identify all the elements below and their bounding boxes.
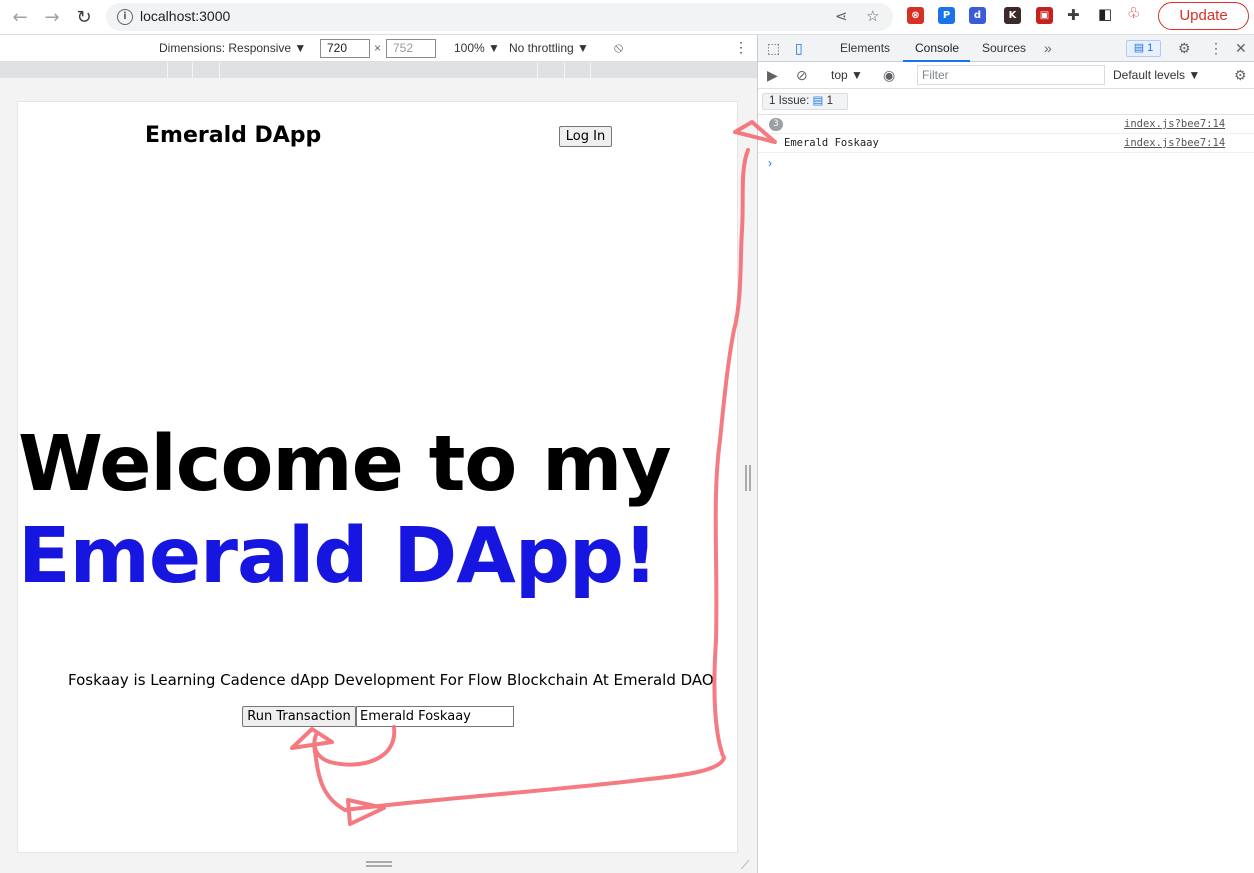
device-toggle-icon[interactable]: ▯ <box>795 40 803 57</box>
context-select[interactable]: top ▼ <box>831 68 863 82</box>
issues-label: 1 Issue: <box>769 95 810 107</box>
back-arrow-icon[interactable]: ← <box>7 5 33 29</box>
clear-console-icon[interactable]: ⊘ <box>796 67 808 84</box>
tab-sources[interactable]: Sources <box>982 41 1026 55</box>
corner-resize-handle[interactable]: ⟋ <box>741 858 749 873</box>
app-page: Emerald DApp Log In Welcome to my Emeral… <box>17 101 738 853</box>
issues-counter[interactable]: ▤ 1 <box>1126 40 1161 57</box>
site-title: Emerald DApp <box>145 123 322 148</box>
devtools-tabbar: ⬚ ▯ Elements Console Sources » ▤ 1 ⚙ ⋮ ✕ <box>758 35 1254 62</box>
width-resize-handle[interactable] <box>745 465 751 491</box>
hero-heading-line2: Emerald DApp! <box>18 512 658 601</box>
extension-icon-1[interactable]: ⊗ <box>907 7 924 24</box>
update-button[interactable]: Update <box>1158 2 1249 30</box>
info-icon[interactable]: i <box>117 9 133 25</box>
console-log-row[interactable]: 3 index.js?bee7:14 <box>758 115 1254 134</box>
sidebar-toggle-icon[interactable]: ▶ <box>767 67 778 84</box>
console-log-row[interactable]: Emerald Foskaay index.js?bee7:14 <box>758 134 1254 153</box>
log-levels-select[interactable]: Default levels ▼ <box>1113 68 1200 82</box>
page-subtitle: Foskaay is Learning Cadence dApp Develop… <box>68 671 714 689</box>
repeat-count-badge: 3 <box>769 118 783 131</box>
viewport-height-input[interactable]: 752 <box>386 39 436 58</box>
puzzle-extensions-icon[interactable]: ✚ <box>1067 6 1080 24</box>
url-text[interactable]: localhost:3000 <box>140 8 230 24</box>
reload-icon[interactable]: ↻ <box>71 5 97 29</box>
inspect-element-icon[interactable]: ⬚ <box>767 40 780 57</box>
hero-heading-line1: Welcome to my <box>18 420 672 509</box>
console-toolbar: ▶ ⊘ top ▼ ◉ Filter Default levels ▼ ⚙ <box>758 62 1254 89</box>
rotate-icon[interactable]: ⦸ <box>614 39 623 56</box>
extension-icon-3[interactable]: d <box>969 7 986 24</box>
more-options-icon[interactable]: ⋮ <box>734 39 748 56</box>
log-source-link[interactable]: index.js?bee7:14 <box>1124 137 1225 149</box>
extension-icon-2[interactable]: P <box>938 7 955 24</box>
extension-icon-4[interactable]: K <box>1004 7 1021 24</box>
device-toolbar: Dimensions: Responsive ▼ 720 × 752 100% … <box>0 35 757 62</box>
share-icon[interactable]: ⋖ <box>835 7 848 25</box>
viewport-width-input[interactable]: 720 <box>320 39 370 58</box>
name-input[interactable]: Emerald Foskaay <box>356 706 514 727</box>
issue-icon: ▤ <box>812 95 824 107</box>
zoom-select[interactable]: 100% ▼ <box>454 41 500 55</box>
tab-elements[interactable]: Elements <box>840 41 890 55</box>
issues-link[interactable]: 1 Issue: ▤ 1 <box>762 93 848 110</box>
login-button[interactable]: Log In <box>559 126 612 147</box>
settings-gear-icon[interactable]: ⚙ <box>1178 40 1191 57</box>
console-prompt[interactable]: › <box>768 156 772 170</box>
sidepanel-icon[interactable]: ◧ <box>1098 5 1112 23</box>
more-tabs-icon[interactable]: » <box>1044 40 1052 56</box>
address-bar[interactable]: i localhost:3000 ⋖ ☆ <box>106 3 893 31</box>
dimension-separator: × <box>374 41 382 55</box>
issues-bar: 1 Issue: ▤ 1 <box>758 89 1254 115</box>
throttling-select[interactable]: No throttling ▼ <box>509 41 589 55</box>
extension-icon-5[interactable]: ▣ <box>1036 7 1053 24</box>
log-message: Emerald Foskaay <box>784 137 879 149</box>
forward-arrow-icon[interactable]: → <box>39 5 65 29</box>
eye-icon[interactable]: ◉ <box>883 67 895 84</box>
log-source-link[interactable]: index.js?bee7:14 <box>1124 118 1225 130</box>
profile-avatar-icon[interactable]: ♧ <box>1127 4 1140 22</box>
height-resize-handle[interactable] <box>366 861 392 867</box>
bookmark-star-icon[interactable]: ☆ <box>866 7 879 25</box>
media-query-ruler[interactable] <box>0 62 757 78</box>
tab-console[interactable]: Console <box>915 41 959 55</box>
close-icon[interactable]: ✕ <box>1235 40 1247 57</box>
browser-toolbar: ← → ↻ i localhost:3000 ⋖ ☆ ⊗ Pd K ▣ ✚ ◧ ♧ U… <box>0 0 1254 35</box>
console-settings-gear-icon[interactable]: ⚙ <box>1234 67 1247 84</box>
issues-bar-count: 1 <box>826 95 833 107</box>
devtools-menu-icon[interactable]: ⋮ <box>1209 40 1223 57</box>
issues-count: 1 <box>1147 42 1154 54</box>
devtools-panel: ⬚ ▯ Elements Console Sources » ▤ 1 ⚙ ⋮ ✕… <box>757 35 1254 873</box>
console-filter-input[interactable]: Filter <box>917 65 1105 85</box>
dimensions-select[interactable]: Dimensions: Responsive ▼ <box>159 41 306 55</box>
run-transaction-button[interactable]: Run Transaction <box>242 706 356 727</box>
